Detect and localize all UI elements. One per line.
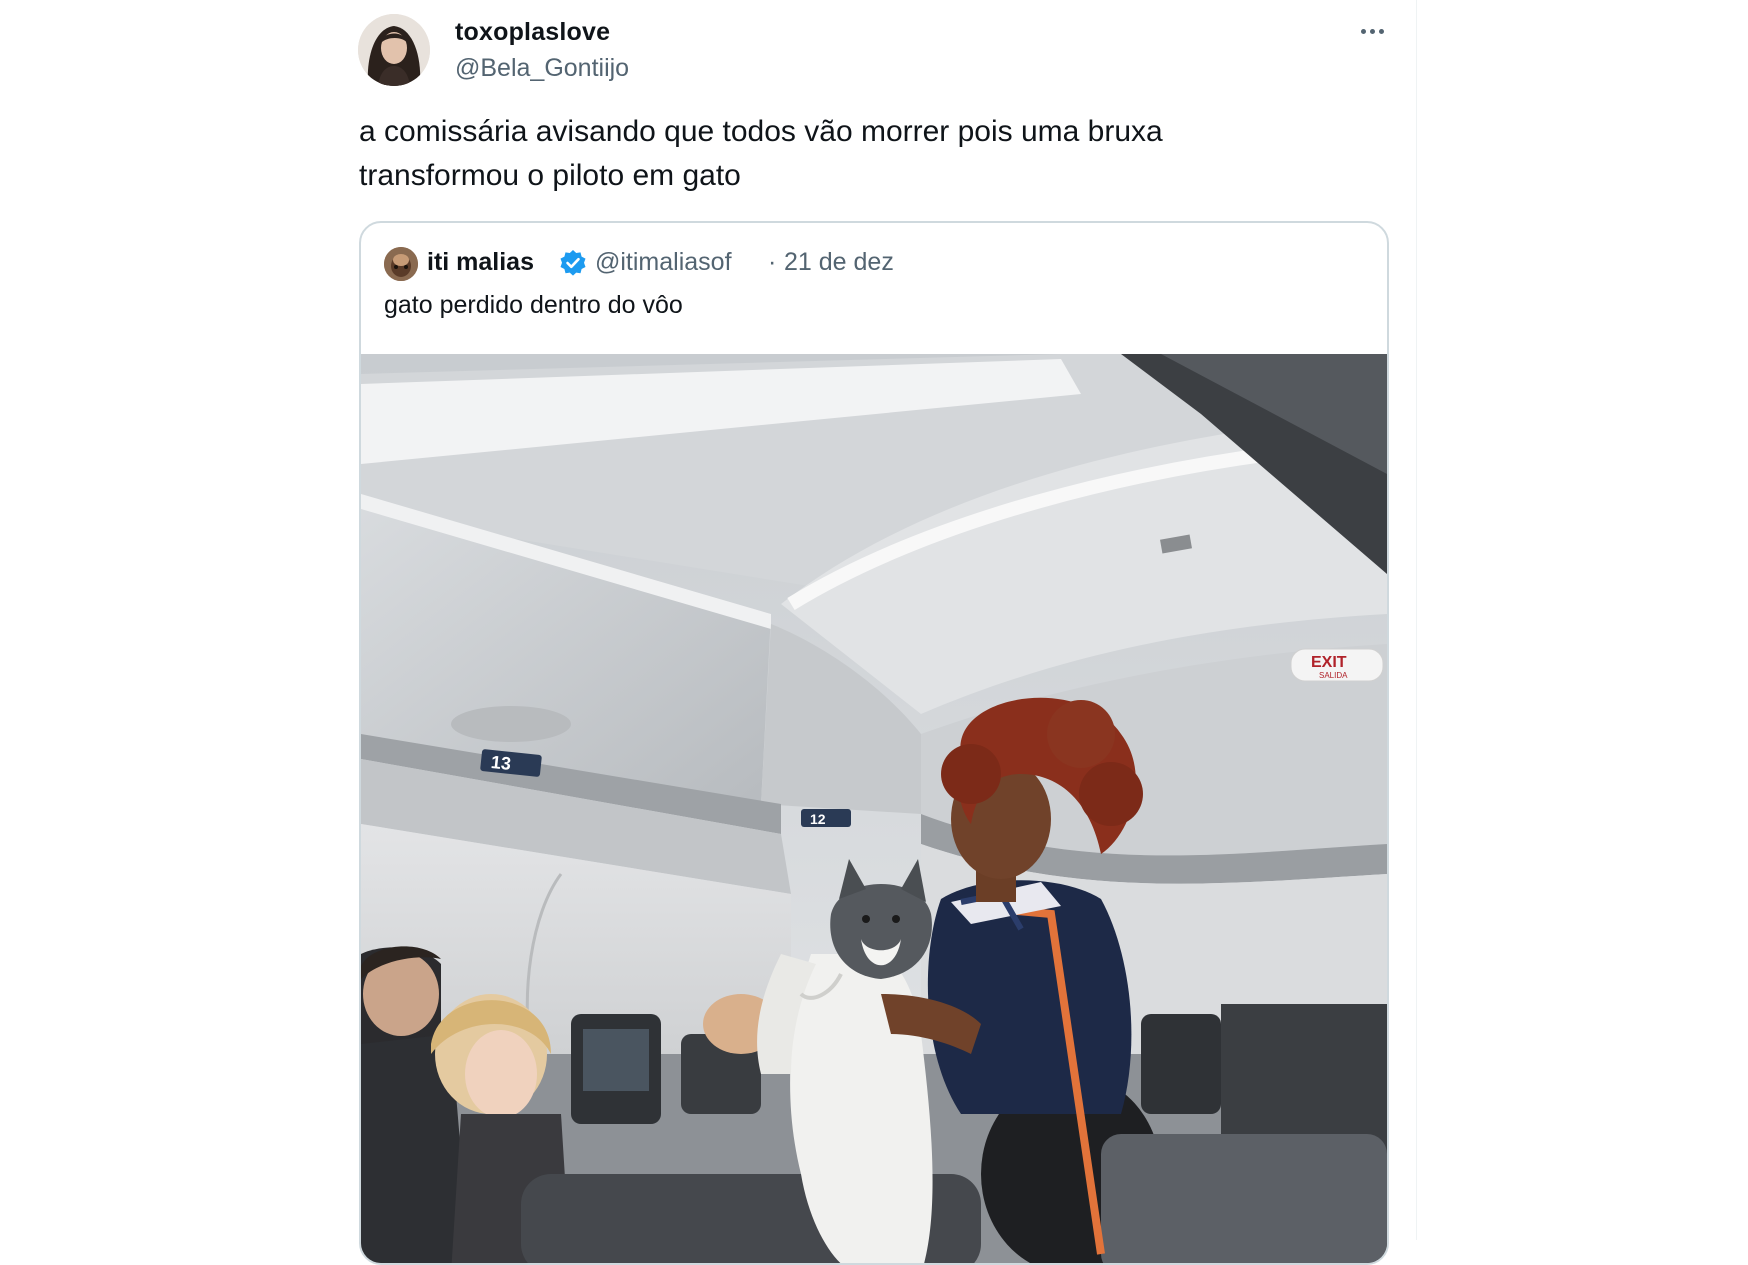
row-number-left: 13 [490,752,512,774]
quoted-author-handle[interactable]: @itimaliasof [595,248,732,277]
more-options-button[interactable] [1352,16,1392,46]
quoted-author-avatar[interactable] [384,247,418,281]
author-handle[interactable]: @Bela_Gontiijo [455,54,629,83]
meta-separator: · [768,248,777,276]
author-name[interactable]: toxoplaslove [455,18,610,47]
quoted-author-name[interactable]: iti malias [427,248,534,277]
quoted-tweet-image[interactable]: 13 12 EXIT SALIDA [361,354,1387,1263]
more-horizontal-icon [1359,28,1386,34]
column-divider [1416,0,1417,1240]
quoted-tweet-date[interactable]: 21 de dez [784,248,894,277]
quoted-tweet[interactable]: iti malias @itimaliasof · 21 de dez gato… [359,221,1389,1265]
exit-sign-sub: SALIDA [1319,671,1348,680]
quoted-tweet-text: gato perdido dentro do vôo [384,291,683,319]
author-avatar[interactable] [358,14,430,86]
tweet-text: a comissária avisando que todos vão morr… [359,115,1163,192]
exit-sign: EXIT [1311,654,1347,671]
tweet[interactable]: toxoplaslove @Bela_Gontiijo a comissária… [352,0,1392,1265]
verified-badge-icon [559,249,587,277]
row-number-right: 12 [810,811,826,827]
page-frame: toxoplaslove @Bela_Gontiijo a comissária… [0,0,1748,1265]
